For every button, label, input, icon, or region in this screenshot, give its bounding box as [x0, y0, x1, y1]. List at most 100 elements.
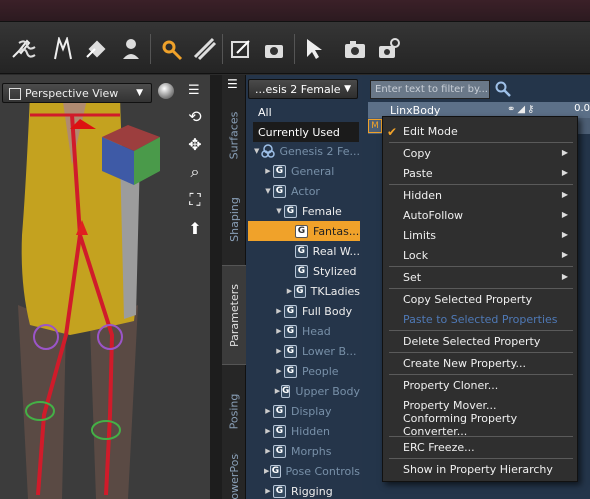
- tree-item[interactable]: G Stylized: [248, 261, 360, 281]
- tree-item-label: Upper Body: [295, 384, 360, 398]
- property-tools: ⚭ ◢ ⚷: [507, 104, 534, 115]
- submenu-arrow-icon: ▶: [561, 168, 568, 177]
- tree-item[interactable]: ▶ G People: [248, 361, 360, 381]
- menu-item-copy-selected-property[interactable]: Copy Selected Property: [384, 289, 576, 309]
- expand-right-icon[interactable]: ▶: [274, 367, 284, 375]
- tree-item[interactable]: ▶ G Display: [248, 401, 360, 421]
- tree-item-label: Genesis 2 Fe...: [279, 144, 360, 158]
- menu-item-conforming-property-converter[interactable]: Conforming Property Converter...: [384, 412, 576, 438]
- figure-select[interactable]: ...esis 2 Female ▼: [248, 79, 358, 99]
- expand-right-icon[interactable]: ▶: [263, 407, 273, 415]
- joint-editor-icon[interactable]: [118, 36, 144, 62]
- expand-right-icon[interactable]: ▶: [274, 387, 281, 395]
- tree-item-label: Pose Controls: [285, 464, 360, 478]
- expand-down-icon[interactable]: ▼: [252, 147, 261, 155]
- tab-shaping[interactable]: Shaping: [222, 179, 246, 259]
- expand-right-icon[interactable]: ▶: [263, 427, 273, 435]
- tree-item[interactable]: ▼ G Female: [248, 201, 360, 221]
- tree-item-label: Full Body: [302, 304, 353, 318]
- camera-tool-icon[interactable]: [228, 36, 254, 62]
- menu-item-property-cloner[interactable]: Property Cloner...: [384, 375, 576, 395]
- pointer-select-icon[interactable]: [302, 36, 328, 62]
- lock-icon[interactable]: ⚷: [527, 104, 534, 115]
- toolbar-separator: [294, 34, 295, 64]
- group-icon: G: [270, 464, 281, 478]
- expand-right-icon[interactable]: ▶: [263, 467, 270, 475]
- draw-style-sphere-icon[interactable]: [158, 83, 174, 99]
- expand-right-icon[interactable]: ▶: [274, 327, 284, 335]
- expand-right-icon[interactable]: ▶: [285, 287, 294, 295]
- menu-item-label: Conforming Property Converter...: [403, 412, 518, 438]
- tab-powerpose[interactable]: PowerPose: [222, 453, 246, 499]
- pane-menu-icon[interactable]: ☰: [227, 77, 238, 91]
- search-icon[interactable]: [494, 80, 512, 98]
- menu-item-edit-mode[interactable]: ✔ Edit Mode: [384, 121, 576, 141]
- menu-item-delete-selected-property[interactable]: Delete Selected Property: [384, 331, 576, 351]
- menu-item-set[interactable]: Set ▶: [384, 267, 576, 287]
- tree-item[interactable]: ▶ G Rigging: [248, 481, 360, 499]
- tree-item[interactable]: ▶ G Morphs: [248, 441, 360, 461]
- expand-right-icon[interactable]: ▶: [263, 167, 273, 175]
- tab-posing[interactable]: Posing: [222, 371, 246, 451]
- viewport-layout-icon[interactable]: [9, 88, 21, 100]
- tree-item[interactable]: ▶ G Upper Body: [248, 381, 360, 401]
- expand-right-icon[interactable]: ▶: [274, 347, 284, 355]
- transform-tool-icon[interactable]: [50, 36, 76, 62]
- menu-item-erc-freeze[interactable]: ERC Freeze...: [384, 437, 576, 457]
- pan-icon[interactable]: ✥: [184, 133, 206, 155]
- tree-item[interactable]: ▶ G General: [248, 161, 360, 181]
- tree-item[interactable]: ▼ G Actor: [248, 181, 360, 201]
- menu-item-create-new-property[interactable]: Create New Property...: [384, 353, 576, 373]
- tab-surfaces[interactable]: Surfaces: [222, 95, 246, 175]
- tree-item[interactable]: ▼ Genesis 2 Fe...: [248, 141, 360, 161]
- filter-all[interactable]: All: [253, 102, 359, 122]
- expand-right-icon[interactable]: ▶: [263, 447, 273, 455]
- geometry-editor-icon[interactable]: [192, 36, 218, 62]
- expand-down-icon[interactable]: ▼: [263, 187, 273, 195]
- parameters-group-panel: ...esis 2 Female ▼ All Currently Used ▼ G…: [246, 75, 362, 499]
- tree-item[interactable]: G Fantas...: [248, 221, 360, 241]
- tree-item-label: General: [291, 164, 335, 178]
- render-icon[interactable]: [342, 36, 368, 62]
- camera-select[interactable]: Perspective View ▼: [2, 83, 152, 103]
- tree-item[interactable]: ▶ G Lower B...: [248, 341, 360, 361]
- 3d-viewport[interactable]: Perspective View ▼ ☰ ⟲ ✥ ⌕ ⛶ ⬆: [0, 75, 210, 499]
- menu-item-show-in-property-hierarchy[interactable]: Show in Property Hierarchy: [384, 459, 576, 479]
- menu-item-lock[interactable]: Lock ▶: [384, 245, 576, 265]
- tab-parameters[interactable]: Parameters: [222, 265, 246, 365]
- tree-item[interactable]: ▶ G Head: [248, 321, 360, 341]
- tree-item[interactable]: ▶ G Hidden: [248, 421, 360, 441]
- property-context-menu: ✔ Edit Mode Copy ▶ Paste ▶ Hidden ▶ AutoFollow ▶ L…: [382, 116, 578, 482]
- menu-item-label: Limits: [403, 228, 436, 242]
- menu-item-autofollow[interactable]: AutoFollow ▶: [384, 205, 576, 225]
- viewport-menu-icon[interactable]: ☰: [188, 83, 204, 99]
- tree-item[interactable]: ▶ G Pose Controls: [248, 461, 360, 481]
- property-value[interactable]: 0.0: [574, 103, 590, 114]
- zoom-icon[interactable]: ⌕: [184, 161, 206, 183]
- link-icon[interactable]: ⚭: [507, 104, 515, 115]
- filter-input[interactable]: [370, 80, 490, 99]
- select-tool-icon[interactable]: [262, 36, 288, 62]
- pane-divider[interactable]: [210, 75, 222, 499]
- menu-item-copy[interactable]: Copy ▶: [384, 143, 576, 163]
- expand-right-icon[interactable]: ▶: [274, 307, 284, 315]
- tree-item[interactable]: ▶ G TKLadies: [248, 281, 360, 301]
- orbit-icon[interactable]: ⟲: [184, 105, 206, 127]
- submenu-arrow-icon: ▶: [561, 230, 568, 239]
- expand-right-icon[interactable]: ▶: [263, 487, 273, 495]
- render-settings-icon[interactable]: [376, 36, 402, 62]
- rigging-tool-icon[interactable]: [14, 36, 40, 62]
- eraser-icon[interactable]: ◢: [517, 104, 525, 115]
- menu-item-hidden[interactable]: Hidden ▶: [384, 185, 576, 205]
- menu-item-limits[interactable]: Limits ▶: [384, 225, 576, 245]
- aim-icon[interactable]: ⬆: [184, 217, 206, 239]
- tree-item[interactable]: G Real W...: [248, 241, 360, 261]
- menu-item-paste[interactable]: Paste ▶: [384, 163, 576, 183]
- filter-currently-used[interactable]: Currently Used: [253, 122, 359, 142]
- group-icon: G: [273, 164, 286, 178]
- tree-item[interactable]: ▶ G Full Body: [248, 301, 360, 321]
- frame-icon[interactable]: ⛶: [184, 189, 206, 211]
- expand-down-icon[interactable]: ▼: [274, 207, 284, 215]
- universal-tool-icon[interactable]: [84, 36, 110, 62]
- region-nav-icon[interactable]: [158, 36, 184, 62]
